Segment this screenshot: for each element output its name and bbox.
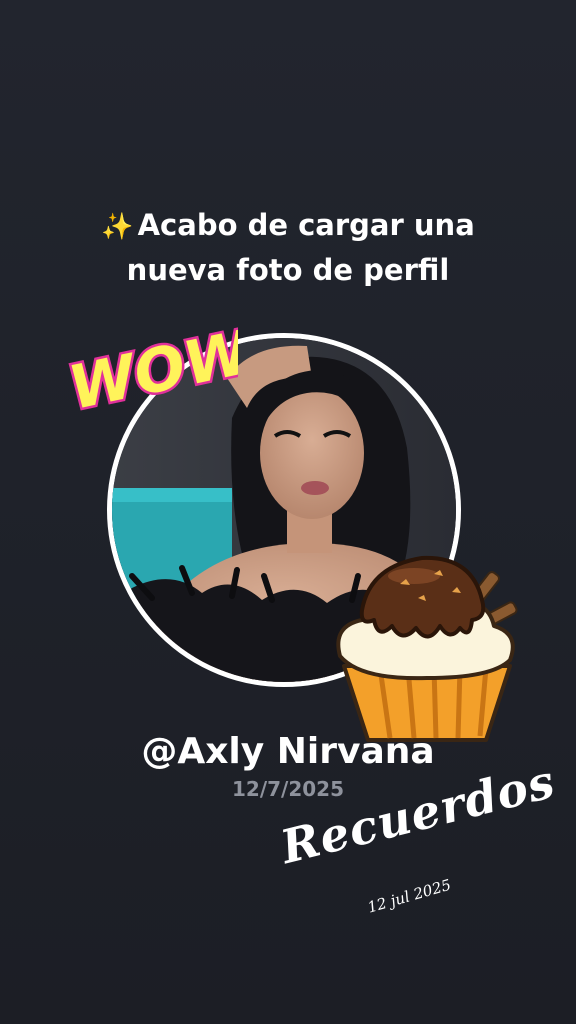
headline-line-1: ✨ Acabo de cargar una [0,204,576,249]
sparkles-icon: ✨ [101,212,134,242]
wow-sticker-text: WOW! [63,312,238,424]
wow-sticker: WOW! [60,309,238,426]
story-headline: ✨ Acabo de cargar una nueva foto de perfi… [0,204,576,292]
cupcake-sticker [336,555,518,742]
headline-text-2: nueva foto de perfil [126,253,450,287]
memories-date-text: 12 jul 2025 [365,875,454,917]
headline-text-1: Acabo de cargar una [137,208,475,242]
